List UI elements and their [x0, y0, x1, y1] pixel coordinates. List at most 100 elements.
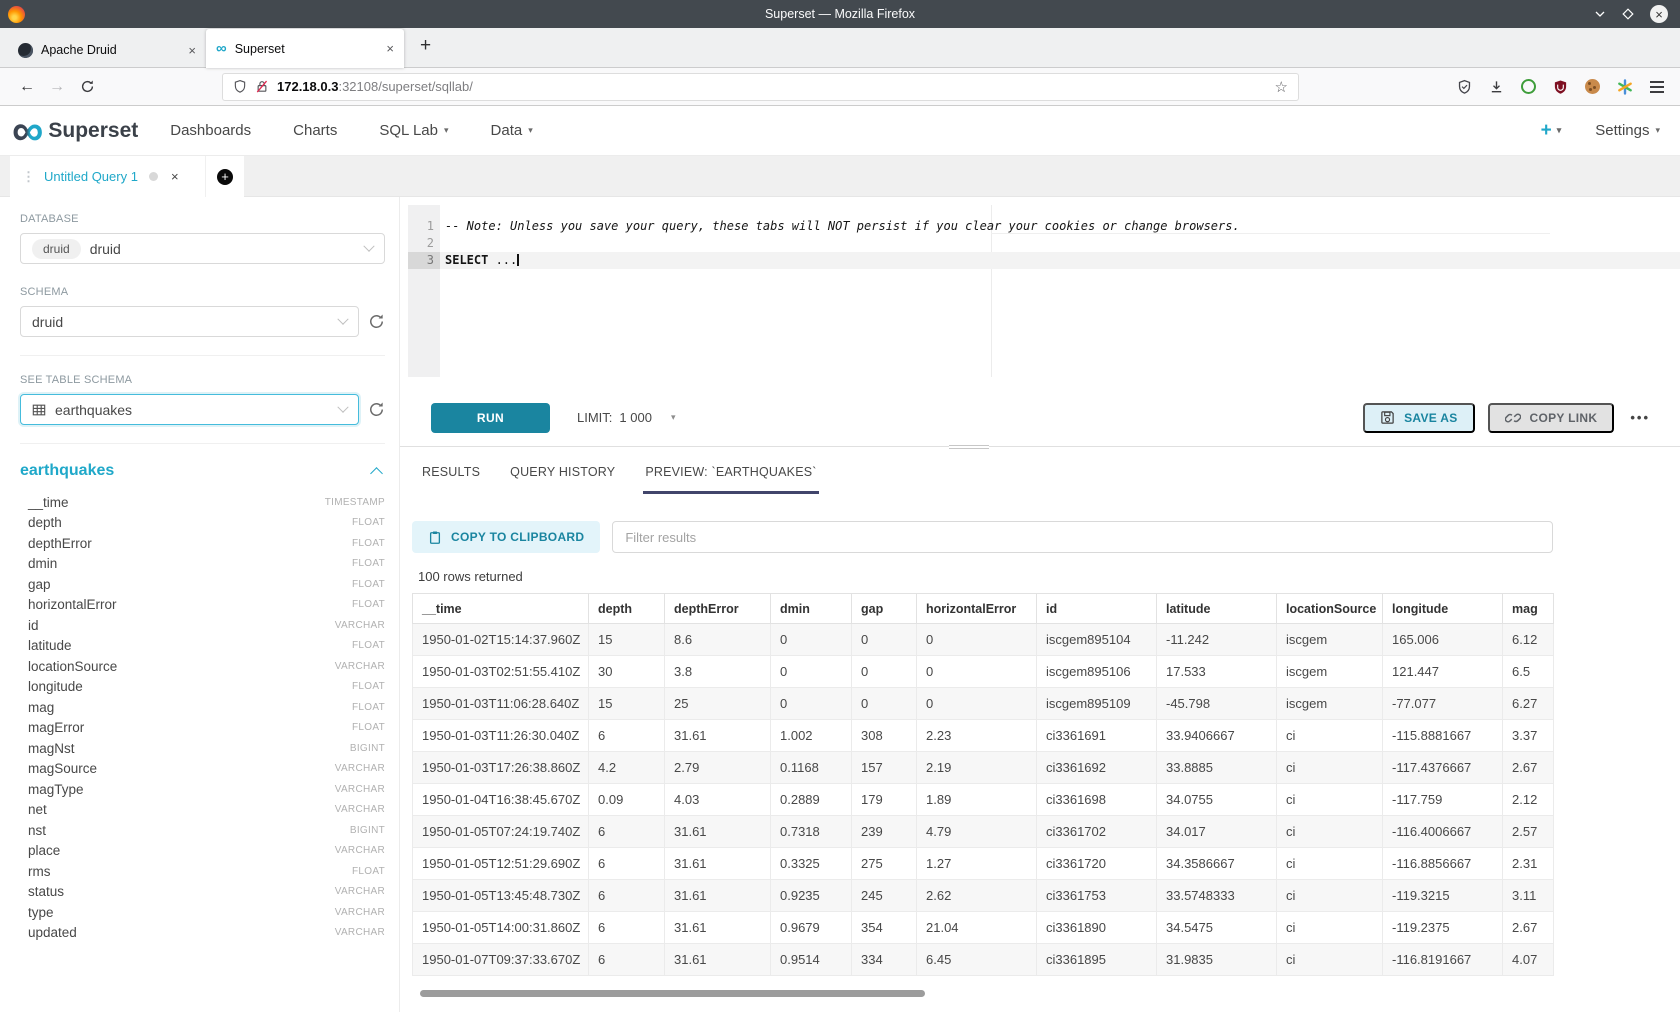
table-cell: -77.077	[1383, 688, 1503, 720]
maximize-button[interactable]	[1622, 8, 1634, 20]
nav-item-sql-lab[interactable]: SQL Lab▾	[373, 118, 454, 143]
refresh-tables-icon[interactable]	[368, 401, 385, 418]
results-table-header-row: __timedepthdepthErrordmingaphorizontalEr…	[413, 594, 1554, 624]
tab-close-icon[interactable]: ×	[188, 43, 196, 58]
nav-item-dashboards[interactable]: Dashboards	[164, 118, 257, 143]
browser-tab-apache-druid[interactable]: Apache Druid ×	[8, 33, 206, 67]
column-header[interactable]: __time	[413, 594, 589, 624]
more-options-icon[interactable]: •••	[1630, 410, 1650, 425]
database-type-badge: druid	[32, 239, 81, 259]
column-type: FLOAT	[352, 722, 385, 733]
column-header[interactable]: dmin	[771, 594, 852, 624]
clipboard-icon	[428, 530, 442, 545]
column-type: BIGINT	[350, 825, 385, 836]
table-row: 1950-01-02T15:14:37.960Z158.6000iscgem89…	[413, 624, 1554, 656]
table-cell: 15	[589, 624, 665, 656]
row-count-text: 100 rows returned	[418, 569, 1553, 584]
minimize-button[interactable]	[1594, 8, 1606, 20]
schema-column-item: magErrorFLOAT	[20, 718, 385, 739]
download-icon[interactable]	[1489, 79, 1504, 95]
add-query-tab-button[interactable]: +	[206, 156, 244, 197]
column-header[interactable]: longitude	[1383, 594, 1503, 624]
nav-item-charts[interactable]: Charts	[287, 118, 343, 143]
drag-handle-icon[interactable]: ⋮	[22, 169, 35, 185]
table-cell: 1950-01-03T17:26:38.860Z	[413, 752, 589, 784]
pocket-shield-icon[interactable]	[1457, 79, 1472, 95]
column-name: type	[28, 905, 54, 920]
ublock-shield-icon[interactable]	[1553, 79, 1568, 95]
new-tab-button[interactable]: +	[404, 35, 447, 61]
table-cell: ci3361702	[1037, 816, 1157, 848]
column-header[interactable]: latitude	[1157, 594, 1277, 624]
column-type: FLOAT	[352, 558, 385, 569]
superset-logo-icon[interactable]: ∞	[12, 111, 43, 151]
pane-resize-handle[interactable]	[949, 444, 989, 450]
table-row: 1950-01-07T09:37:33.670Z631.610.95143346…	[413, 944, 1554, 976]
window-title: Superset — Mozilla Firefox	[0, 7, 1680, 21]
column-name: net	[28, 802, 47, 817]
filter-results-input[interactable]	[612, 521, 1553, 553]
reload-button[interactable]	[72, 73, 102, 101]
tab-close-icon[interactable]: ×	[386, 41, 394, 56]
tab-results[interactable]: RESULTS	[422, 465, 480, 494]
column-header[interactable]: id	[1037, 594, 1157, 624]
nav-item-data[interactable]: Data▾	[485, 118, 539, 143]
column-name: locationSource	[28, 659, 117, 674]
refresh-schemas-icon[interactable]	[368, 313, 385, 330]
tab-query-history[interactable]: QUERY HISTORY	[510, 465, 615, 494]
query-tab[interactable]: ⋮ Untitled Query 1 ×	[10, 156, 206, 197]
query-tab-close-icon[interactable]: ×	[171, 169, 179, 184]
chevron-up-icon[interactable]	[370, 467, 383, 480]
save-icon	[1380, 410, 1395, 425]
table-cell: iscgem	[1277, 688, 1383, 720]
nav-item-label: Charts	[293, 122, 337, 139]
column-type: VARCHAR	[335, 784, 385, 795]
column-header[interactable]: horizontalError	[917, 594, 1037, 624]
extension-ring-icon[interactable]	[1521, 79, 1536, 94]
settings-menu[interactable]: Settings▾	[1595, 122, 1660, 139]
bookmark-star-icon[interactable]: ☆	[1275, 78, 1288, 96]
limit-dropdown[interactable]: LIMIT: 1 000 ▾	[577, 410, 675, 425]
copy-link-button[interactable]: COPY LINK	[1488, 403, 1615, 433]
column-header[interactable]: gap	[852, 594, 917, 624]
close-button[interactable]: ×	[1650, 5, 1668, 23]
column-header[interactable]: depth	[589, 594, 665, 624]
tracking-protection-shield-icon[interactable]	[233, 79, 247, 94]
sql-editor[interactable]: 1 -- Note: Unless you save your query, t…	[408, 205, 1680, 377]
table-select[interactable]: earthquakes	[20, 394, 359, 425]
database-select[interactable]: druid druid	[20, 233, 385, 264]
column-name: __time	[28, 495, 69, 510]
table-row: 1950-01-05T14:00:31.860Z631.610.96793542…	[413, 912, 1554, 944]
superset-brand[interactable]: Superset	[48, 119, 138, 143]
copy-to-clipboard-button[interactable]: COPY TO CLIPBOARD	[412, 521, 600, 553]
url-bar[interactable]: 172.18.0.3:32108/superset/sqllab/ ☆	[222, 73, 1299, 101]
table-cell: 4.2	[589, 752, 665, 784]
cookie-icon[interactable]	[1585, 79, 1600, 94]
table-cell: 1950-01-05T14:00:31.860Z	[413, 912, 589, 944]
column-header[interactable]: depthError	[665, 594, 771, 624]
table-row: 1950-01-04T16:38:45.670Z0.094.030.288917…	[413, 784, 1554, 816]
save-as-button[interactable]: SAVE AS	[1363, 403, 1474, 433]
scrollbar-thumb[interactable]	[420, 990, 925, 997]
table-cell: 2.79	[665, 752, 771, 784]
browser-tab-superset[interactable]: ∞ Superset ×	[206, 29, 404, 68]
column-type: FLOAT	[352, 702, 385, 713]
column-header[interactable]: mag	[1503, 594, 1554, 624]
table-cell: -117.759	[1383, 784, 1503, 816]
menu-hamburger-icon[interactable]	[1650, 81, 1664, 93]
back-button[interactable]: ←	[12, 73, 42, 101]
add-new-button[interactable]: +▾	[1541, 120, 1562, 142]
table-cell: 33.8885	[1157, 752, 1277, 784]
table-schema-header[interactable]: earthquakes	[20, 462, 385, 480]
tab-preview-earthquakes[interactable]: PREVIEW: `EARTHQUAKES`	[645, 465, 816, 494]
nav-item-label: SQL Lab	[379, 122, 438, 139]
schema-select[interactable]: druid	[20, 306, 359, 337]
table-cell: ci3361691	[1037, 720, 1157, 752]
table-cell: 0.09	[589, 784, 665, 816]
column-header[interactable]: locationSource	[1277, 594, 1383, 624]
run-button[interactable]: RUN	[431, 403, 550, 433]
insecure-lock-icon[interactable]	[255, 79, 269, 94]
forward-button[interactable]: →	[42, 73, 72, 101]
colorful-asterisk-icon[interactable]	[1617, 79, 1633, 95]
superset-favicon: ∞	[216, 40, 227, 57]
